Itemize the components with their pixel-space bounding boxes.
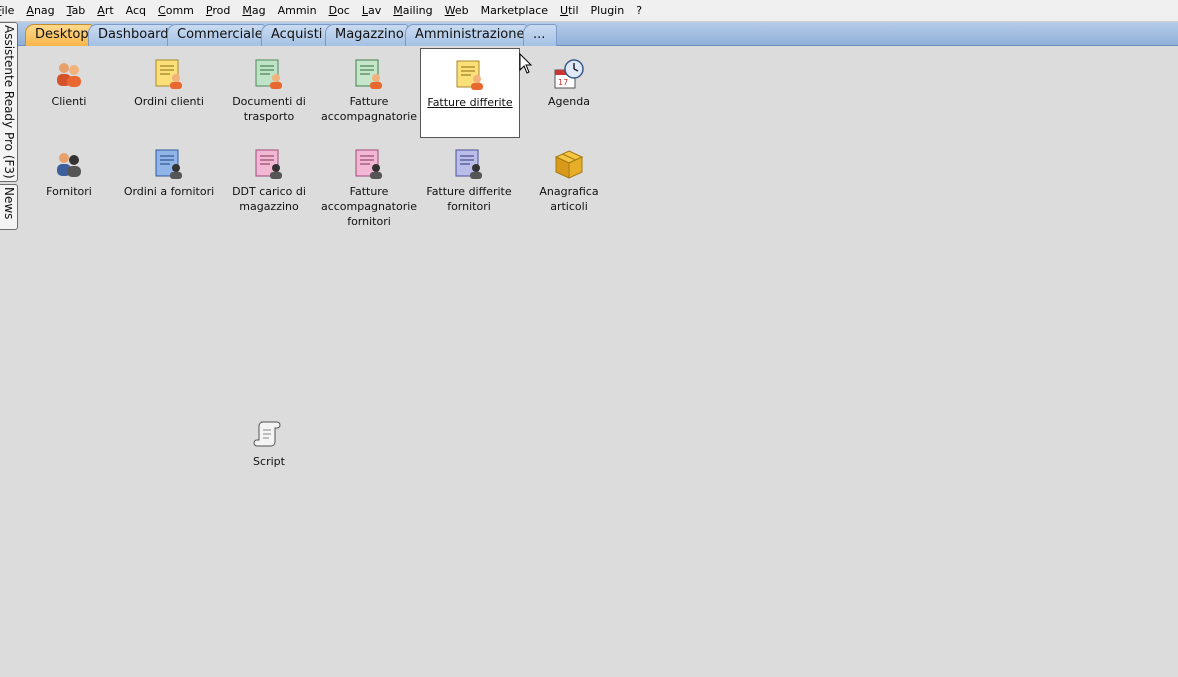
scroll-icon bbox=[253, 421, 281, 447]
desktop-icon-clienti[interactable]: Clienti bbox=[19, 58, 119, 109]
tab-more[interactable]: ... bbox=[523, 24, 557, 46]
supplier-order-icon bbox=[155, 149, 182, 179]
menu-prod[interactable]: Prod bbox=[206, 4, 230, 17]
menu-help[interactable]: ? bbox=[636, 4, 642, 17]
desktop-icon-ordini-fornitori[interactable]: Ordini a fornitori bbox=[119, 148, 219, 199]
users-icon bbox=[57, 63, 81, 87]
desktop-icon-script[interactable]: Script bbox=[219, 418, 319, 469]
desktop-icon-fatture-acc-fornitori[interactable]: Fatture accompagnatorie fornitori bbox=[319, 148, 419, 229]
svg-text:17: 17 bbox=[558, 78, 568, 87]
fornitori-label: Fornitori bbox=[46, 185, 92, 198]
menu-acq[interactable]: Acq bbox=[126, 4, 146, 17]
supplier-invoice-icon bbox=[355, 149, 382, 179]
package-icon bbox=[554, 150, 584, 179]
desktop-icon-ordini-clienti[interactable]: Ordini clienti bbox=[119, 58, 219, 109]
mouse-pointer-icon bbox=[519, 53, 533, 74]
menu-mailing[interactable]: Mailing bbox=[393, 4, 432, 17]
tab-desktop[interactable]: Desktop bbox=[25, 24, 93, 46]
menu-ammin[interactable]: Ammin bbox=[278, 4, 317, 17]
news-tab-label: News bbox=[2, 187, 16, 220]
transport-document-icon bbox=[255, 59, 282, 89]
script-label: Script bbox=[253, 455, 285, 468]
desktop-icon-fatture-diff-fornitori[interactable]: Fatture differite fornitori bbox=[419, 148, 519, 214]
tab-dashboard[interactable]: Dashboard bbox=[88, 24, 174, 46]
suppliers-icon bbox=[57, 153, 81, 177]
menu-bar: File Anag Tab Art Acq Comm Prod Mag Ammi… bbox=[0, 0, 1178, 22]
desktop-icon-fatture-accompagnatorie[interactable]: Fatture accompagnatorie bbox=[319, 58, 419, 124]
fatture-accompagnatorie-label: Fatture accompagnatorie bbox=[320, 95, 418, 123]
agenda-label: Agenda bbox=[548, 95, 590, 108]
anagrafica-articoli-label: Anagrafica articoli bbox=[539, 185, 599, 213]
desktop-icon-documenti-trasporto[interactable]: Documenti di trasporto bbox=[219, 58, 319, 124]
tab-amministrazione[interactable]: Amministrazione bbox=[405, 24, 527, 46]
news-tab[interactable]: News bbox=[0, 184, 18, 230]
menu-util[interactable]: Util bbox=[560, 4, 579, 17]
menu-plugin[interactable]: Plugin bbox=[591, 4, 625, 17]
menu-art[interactable]: Art bbox=[97, 4, 113, 17]
documenti-trasporto-label: Documenti di trasporto bbox=[232, 95, 306, 123]
ddt-carico-label: DDT carico di magazzino bbox=[232, 185, 306, 213]
invoice-document-icon bbox=[355, 59, 382, 89]
supplier-deferred-invoice-icon bbox=[455, 149, 482, 179]
ordini-clienti-label: Ordini clienti bbox=[134, 95, 204, 108]
menu-anag[interactable]: Anag bbox=[26, 4, 54, 17]
tab-acquisti[interactable]: Acquisti bbox=[261, 24, 332, 46]
menu-file[interactable]: File bbox=[0, 4, 14, 17]
tab-magazzino[interactable]: Magazzino bbox=[325, 24, 408, 46]
assistente-tab-label: Assistente Ready Pro (F3) bbox=[2, 25, 16, 179]
deferred-invoice-icon bbox=[456, 60, 483, 90]
side-panel: Assistente Ready Pro (F3) News bbox=[0, 22, 18, 232]
desktop-icon-anagrafica-articoli[interactable]: Anagrafica articoli bbox=[519, 148, 619, 214]
menu-marketplace[interactable]: Marketplace bbox=[481, 4, 548, 17]
order-document-icon bbox=[155, 59, 182, 89]
tab-strip: Desktop Dashboard Commerciale Acquisti M… bbox=[18, 22, 1178, 46]
fatture-differite-label: Fatture differite bbox=[427, 96, 513, 109]
calendar-clock-icon: 17 bbox=[554, 59, 584, 89]
desktop-icon-ddt-carico[interactable]: DDT carico di magazzino bbox=[219, 148, 319, 214]
menu-web[interactable]: Web bbox=[445, 4, 469, 17]
desktop-icon-fatture-differite[interactable]: Fatture differite bbox=[420, 48, 520, 138]
ordini-fornitori-label: Ordini a fornitori bbox=[123, 185, 215, 198]
fatture-diff-fornitori-label: Fatture differite fornitori bbox=[426, 185, 512, 213]
fatture-acc-fornitori-label: Fatture accompagnatorie fornitori bbox=[320, 185, 418, 228]
assistente-tab[interactable]: Assistente Ready Pro (F3) bbox=[0, 22, 18, 182]
menu-mag[interactable]: Mag bbox=[242, 4, 265, 17]
desktop-icon-agenda[interactable]: 17 Agenda bbox=[519, 58, 619, 109]
menu-doc[interactable]: Doc bbox=[329, 4, 350, 17]
clienti-label: Clienti bbox=[51, 95, 87, 108]
menu-lav[interactable]: Lav bbox=[362, 4, 381, 17]
menu-comm[interactable]: Comm bbox=[158, 4, 194, 17]
desktop-icon-fornitori[interactable]: Fornitori bbox=[19, 148, 119, 199]
menu-tab[interactable]: Tab bbox=[67, 4, 86, 17]
ddt-document-icon bbox=[255, 149, 282, 179]
tab-commerciale[interactable]: Commerciale bbox=[167, 24, 265, 46]
